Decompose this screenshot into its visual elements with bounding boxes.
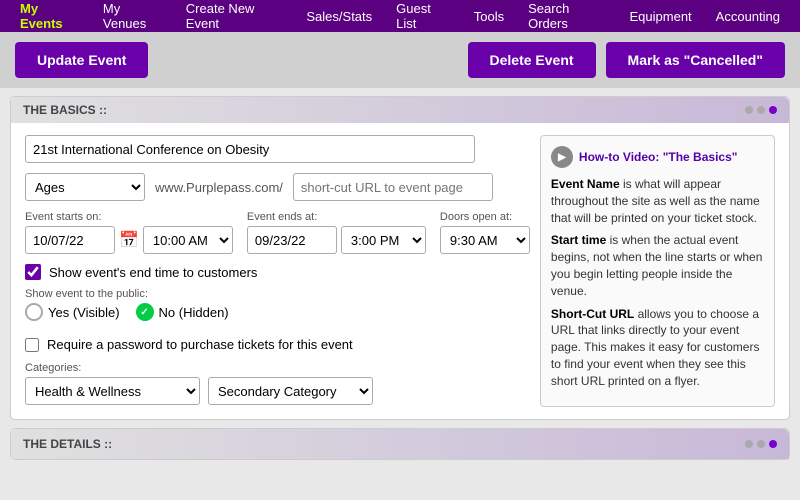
show-public-group: Show event to the public: Yes (Visible) … xyxy=(25,288,530,329)
datetime-row: Event starts on: 📅 10:00 AM Event ends a… xyxy=(25,211,530,254)
event-starts-label: Event starts on: xyxy=(25,211,233,223)
video-title: How-to Video: "The Basics" xyxy=(579,150,738,164)
dot3 xyxy=(769,106,777,114)
doors-open-group: Doors open at: 9:30 AM xyxy=(440,211,530,254)
event-name-row xyxy=(25,135,530,163)
info-shortcut-strong: Short-Cut URL xyxy=(551,307,634,321)
nav-sales-stats[interactable]: Sales/Stats xyxy=(296,5,382,28)
event-end-time-select[interactable]: 3:00 PM xyxy=(341,226,426,254)
nav-my-events[interactable]: My Events xyxy=(10,0,89,35)
basics-section: THE BASICS :: Ages All Ages 18+ 21+ xyxy=(10,96,790,420)
password-label: Require a password to purchase tickets f… xyxy=(47,337,353,352)
primary-category-select[interactable]: Health & Wellness Arts Music Sports xyxy=(25,377,200,405)
main-nav: My Events My Venues Create New Event Sal… xyxy=(0,0,800,32)
event-name-input[interactable] xyxy=(25,135,475,163)
hidden-option[interactable]: No (Hidden) xyxy=(136,303,229,321)
basics-title: THE BASICS :: xyxy=(23,103,107,117)
age-url-row: Ages All Ages 18+ 21+ www.Purplepass.com… xyxy=(25,173,530,201)
visible-option[interactable]: Yes (Visible) xyxy=(25,303,120,321)
nav-equipment[interactable]: Equipment xyxy=(620,5,702,28)
right-info-panel: ▶ How-to Video: "The Basics" Event Name … xyxy=(540,135,775,407)
secondary-category-select[interactable]: Secondary Category Fitness Nutrition Men… xyxy=(208,377,373,405)
basics-header: THE BASICS :: xyxy=(11,97,789,123)
nav-guest-list[interactable]: Guest List xyxy=(386,0,460,35)
info-start-time: Start time is when the actual event begi… xyxy=(551,232,764,299)
nav-search-orders[interactable]: Search Orders xyxy=(518,0,615,35)
show-end-time-row: Show event's end time to customers xyxy=(25,264,530,280)
url-prefix: www.Purplepass.com/ xyxy=(155,180,283,195)
details-dots xyxy=(745,440,777,448)
details-section: THE DETAILS :: xyxy=(10,428,790,460)
age-select[interactable]: Ages All Ages 18+ 21+ xyxy=(25,173,145,201)
details-dot3 xyxy=(769,440,777,448)
hidden-radio[interactable] xyxy=(136,303,154,321)
event-ends-group: Event ends at: 3:00 PM xyxy=(247,211,426,254)
details-title: THE DETAILS :: xyxy=(23,437,112,451)
cancel-event-button[interactable]: Mark as "Cancelled" xyxy=(606,42,785,78)
event-ends-label: Event ends at: xyxy=(247,211,426,223)
nav-create-event[interactable]: Create New Event xyxy=(176,0,293,35)
doors-open-label: Doors open at: xyxy=(440,211,530,223)
doors-open-time-select[interactable]: 9:30 AM xyxy=(440,226,530,254)
categories-group: Categories: Health & Wellness Arts Music… xyxy=(25,362,530,405)
main-content-area: Ages All Ages 18+ 21+ www.Purplepass.com… xyxy=(25,135,775,407)
categories-row: Health & Wellness Arts Music Sports Seco… xyxy=(25,377,530,405)
nav-accounting[interactable]: Accounting xyxy=(706,5,790,28)
dot2 xyxy=(757,106,765,114)
video-header: ▶ How-to Video: "The Basics" xyxy=(551,146,764,168)
info-event-name-strong: Event Name xyxy=(551,177,620,191)
event-start-date[interactable] xyxy=(25,226,115,254)
hidden-label: No (Hidden) xyxy=(159,305,229,320)
info-start-time-strong: Start time xyxy=(551,233,606,247)
info-event-name: Event Name is what will appear throughou… xyxy=(551,176,764,226)
event-start-time-select[interactable]: 10:00 AM xyxy=(143,226,233,254)
show-end-time-label: Show event's end time to customers xyxy=(49,265,257,280)
password-row: Require a password to purchase tickets f… xyxy=(25,337,530,352)
doors-open-datetime: 9:30 AM xyxy=(440,226,530,254)
categories-label: Categories: xyxy=(25,362,530,374)
delete-event-button[interactable]: Delete Event xyxy=(468,42,596,78)
left-form: Ages All Ages 18+ 21+ www.Purplepass.com… xyxy=(25,135,530,407)
show-public-label: Show event to the public: xyxy=(25,288,530,300)
action-bar: Update Event Delete Event Mark as "Cance… xyxy=(0,32,800,88)
nav-my-venues[interactable]: My Venues xyxy=(93,0,172,35)
password-checkbox[interactable] xyxy=(25,338,39,352)
event-end-date[interactable] xyxy=(247,226,337,254)
play-button[interactable]: ▶ xyxy=(551,146,573,168)
details-header: THE DETAILS :: xyxy=(11,429,789,459)
event-start-datetime: 📅 10:00 AM xyxy=(25,226,233,254)
visibility-radio-group: Yes (Visible) No (Hidden) xyxy=(25,303,530,321)
url-input[interactable] xyxy=(293,173,493,201)
event-end-datetime: 3:00 PM xyxy=(247,226,426,254)
nav-tools[interactable]: Tools xyxy=(464,5,514,28)
dot1 xyxy=(745,106,753,114)
section-dots xyxy=(745,106,777,114)
details-dot1 xyxy=(745,440,753,448)
event-starts-group: Event starts on: 📅 10:00 AM xyxy=(25,211,233,254)
show-end-time-checkbox[interactable] xyxy=(25,264,41,280)
update-event-button[interactable]: Update Event xyxy=(15,42,148,78)
details-dot2 xyxy=(757,440,765,448)
visible-label: Yes (Visible) xyxy=(48,305,120,320)
basics-body: Ages All Ages 18+ 21+ www.Purplepass.com… xyxy=(11,123,789,419)
calendar-icon[interactable]: 📅 xyxy=(119,230,139,250)
info-shortcut: Short-Cut URL allows you to choose a URL… xyxy=(551,306,764,390)
visible-radio[interactable] xyxy=(25,303,43,321)
